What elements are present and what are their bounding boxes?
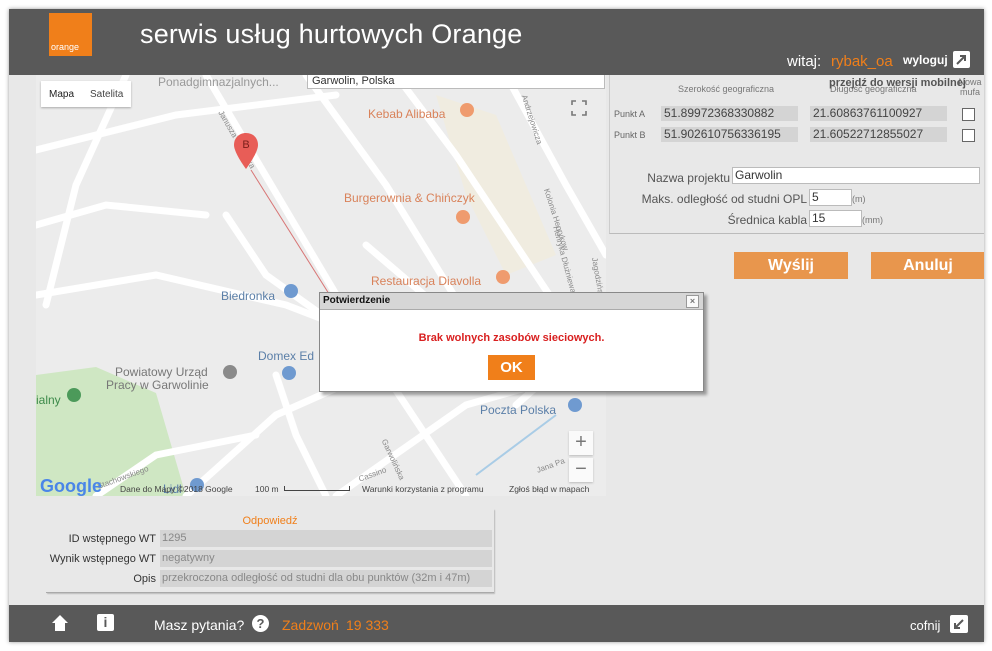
cable-diameter-label: Średnica kabla <box>727 213 807 227</box>
cancel-button[interactable]: Anuluj <box>871 252 984 279</box>
restaurant-icon <box>460 103 474 117</box>
nowa-mufa-b-checkbox[interactable] <box>962 129 975 142</box>
map-type-switch: Mapa Satelita <box>41 81 132 107</box>
row-label-b: Punkt B <box>614 130 646 140</box>
map-search-box[interactable]: Garwolin, Polska <box>307 75 605 89</box>
poi-biedronka[interactable]: Biedronka <box>221 289 275 303</box>
home-icon[interactable] <box>51 614 69 637</box>
call-label[interactable]: Zadzwoń <box>282 617 339 633</box>
info-icon[interactable]: i <box>97 614 114 631</box>
app-frame: orange serwis usług hurtowych Orange wit… <box>9 9 984 642</box>
poi-kebab[interactable]: Kebab Alibaba <box>368 107 445 121</box>
response-title: Odpowiedź <box>242 515 298 527</box>
marker-label: B <box>242 139 250 151</box>
park-icon <box>67 388 81 402</box>
restaurant-icon <box>456 210 470 224</box>
poi-burgerownia[interactable]: Burgerownia & Chińczyk <box>344 191 475 205</box>
phone-number[interactable]: 19 333 <box>346 617 389 633</box>
row-label-a: Punkt A <box>614 109 646 119</box>
cable-diameter-unit: (mm) <box>862 215 883 225</box>
report-link[interactable]: Zgłoś błąd w mapach <box>509 484 589 494</box>
footer: i Masz pytania? ? Zadzwoń 19 333 cofnij <box>9 605 984 642</box>
site-title: serwis usług hurtowych Orange <box>140 19 523 49</box>
back-link[interactable]: cofnij <box>910 618 940 633</box>
attribution-data: Dane do Mapy ©2018 Google <box>120 484 233 494</box>
max-distance-input[interactable]: 5 <box>809 189 852 206</box>
project-name-input[interactable]: Garwolin <box>732 167 980 184</box>
max-distance-label: Maks. odległość od studni OPL <box>641 192 807 206</box>
response-panel: Odpowiedź ID wstępnego WT 1295 Wynik wst… <box>46 509 494 593</box>
header: orange serwis usług hurtowych Orange wit… <box>9 9 984 75</box>
send-button[interactable]: Wyślij <box>734 252 848 279</box>
col-header-lat: Szerokość geograficzna <box>678 84 775 94</box>
close-icon[interactable]: × <box>686 295 699 308</box>
response-label: Opis <box>133 573 156 585</box>
nowa-mufa-a-checkbox[interactable] <box>962 108 975 121</box>
lat-b-field[interactable]: 51.902610756336195 <box>661 127 798 142</box>
username: rybak_oa <box>831 53 893 70</box>
response-value: 1295 <box>160 530 492 547</box>
dialog-title: Potwierdzenie <box>323 295 391 306</box>
ok-button[interactable]: OK <box>488 355 535 380</box>
poi-park[interactable]: ialny <box>36 393 61 407</box>
scale-bar <box>284 486 350 491</box>
scale-label[interactable]: 100 m <box>255 484 279 494</box>
zoom-out-button[interactable]: − <box>569 458 593 482</box>
response-value: negatywny <box>160 550 492 567</box>
logout-icon[interactable] <box>953 51 970 68</box>
street-label: Ponadgimnazjalnych... <box>158 75 279 89</box>
logo-text: orange <box>51 42 80 52</box>
poi-poczta[interactable]: Poczta Polska <box>480 403 556 417</box>
lat-a-field[interactable]: 51.89972368330882 <box>661 106 798 121</box>
confirmation-dialog: Potwierdzenie × Brak wolnych zasobów sie… <box>319 292 704 392</box>
restaurant-icon <box>496 270 510 284</box>
zoom-in-button[interactable]: + <box>569 431 593 455</box>
project-name-label: Nazwa projektu <box>647 171 730 185</box>
fullscreen-icon[interactable] <box>571 100 587 116</box>
building-icon <box>223 365 237 379</box>
poi-restauracja[interactable]: Restauracja Diavolla <box>371 274 481 288</box>
back-icon[interactable] <box>950 615 968 633</box>
cable-diameter-input[interactable]: 15 <box>809 210 862 227</box>
shop-icon <box>284 284 298 298</box>
google-logo[interactable]: Google <box>40 476 102 496</box>
terms-link[interactable]: Warunki korzystania z programu <box>362 484 484 494</box>
post-icon <box>568 398 582 412</box>
map-attribution: Google Dane do Mapy ©2018 Google 100 m W… <box>36 476 606 496</box>
lng-a-field[interactable]: 21.60863761100927 <box>810 106 947 121</box>
poi-urzad-2[interactable]: Pracy w Garwolinie <box>106 378 209 392</box>
poi-urzad[interactable]: Powiatowy Urząd <box>115 365 208 379</box>
shop-icon <box>282 366 296 380</box>
response-value: przekroczona odległość od studni dla obu… <box>160 570 492 587</box>
dialog-message: Brak wolnych zasobów sieciowych. <box>418 332 605 344</box>
mobile-version-link[interactable]: przejdź do wersji mobilnej <box>829 77 966 89</box>
response-label: ID wstępnego WT <box>68 533 156 545</box>
map[interactable]: Mapa Satelita Garwolin, Polska Ponadgimn… <box>36 75 606 496</box>
lng-b-field[interactable]: 21.60522712855027 <box>810 127 947 142</box>
question-text: Masz pytania? <box>154 617 245 633</box>
map-roads <box>36 75 606 496</box>
help-icon[interactable]: ? <box>252 615 269 632</box>
dialog-titlebar: Potwierdzenie × <box>320 293 703 310</box>
map-type-satellite[interactable]: Satelita <box>82 89 131 100</box>
logout-link[interactable]: wyloguj <box>903 53 948 67</box>
orange-logo[interactable]: orange <box>49 13 92 56</box>
map-type-map[interactable]: Mapa <box>41 89 82 100</box>
coordinates-panel: Szerokość geograficzna Długość geografic… <box>609 75 984 234</box>
response-label: Wynik wstępnego WT <box>49 553 156 565</box>
poi-domex[interactable]: Domex Ed <box>258 349 314 363</box>
welcome-label: witaj: <box>787 53 822 70</box>
max-distance-unit: (m) <box>852 194 866 204</box>
marker-b[interactable]: B <box>234 133 258 169</box>
